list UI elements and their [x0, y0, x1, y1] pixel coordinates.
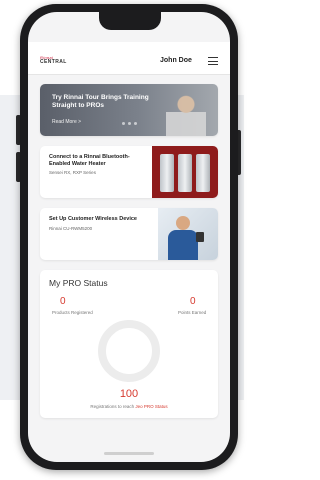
setup-wireless-device-card[interactable]: Set Up Customer Wireless Device Rinnai C…: [40, 208, 218, 260]
card-title: Set Up Customer Wireless Device: [49, 216, 137, 222]
hamburger-menu-icon[interactable]: [208, 57, 218, 65]
logo-wordmark: CENTRAL: [40, 59, 67, 65]
points-earned-label: Points Earned: [178, 310, 207, 315]
hero-title: Try Rinnai Tour Brings Training Straight…: [52, 94, 149, 109]
user-name[interactable]: John Doe: [160, 57, 192, 64]
phone-notch: [99, 12, 161, 30]
card-title: Connect to a Rinnai Bluetooth-Enabled Wa…: [49, 154, 130, 167]
pro-status-card: My PRO Status 0 Products Registered 0 Po…: [40, 270, 218, 418]
registrations-count: 100: [119, 388, 139, 400]
phone-screen: Rinnai CENTRAL John Doe Try Rinnai Tour …: [28, 12, 230, 462]
status-title: My PRO Status: [49, 278, 108, 288]
carousel-dots[interactable]: [122, 122, 137, 125]
products-registered-count: 0: [60, 296, 66, 307]
points-earned-count: 0: [190, 296, 196, 307]
card-subtitle: Rinnai CU-RWM5200: [49, 225, 93, 231]
app-logo[interactable]: Rinnai CENTRAL: [40, 56, 67, 65]
water-heater-image: [152, 146, 218, 198]
hero-image: [166, 92, 206, 136]
read-more-link[interactable]: Read More >: [52, 119, 81, 125]
hero-banner[interactable]: Try Rinnai Tour Brings Training Straight…: [40, 84, 218, 136]
card-subtitle: Sensei RX, RXP Series: [49, 170, 96, 176]
products-registered-label: Products Registered: [52, 310, 93, 315]
status-level-link[interactable]: Jeo PRO Status: [135, 404, 167, 409]
app-header: Rinnai CENTRAL John Doe: [28, 42, 230, 75]
connect-water-heater-card[interactable]: Connect to a Rinnai Bluetooth-Enabled Wa…: [40, 146, 218, 198]
home-indicator: [104, 452, 154, 455]
progress-ring: [98, 320, 160, 382]
registrations-label: Registrations to reach Jeo PRO Status: [90, 404, 168, 409]
technician-image: [158, 208, 218, 260]
